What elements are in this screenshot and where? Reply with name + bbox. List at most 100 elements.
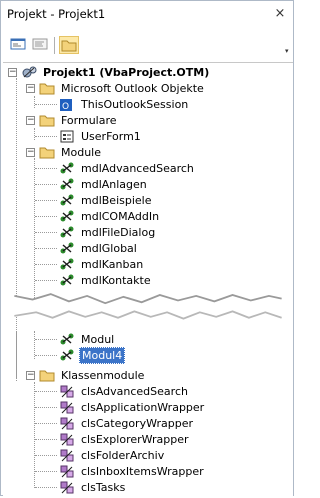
toolbar-overflow-icon[interactable]: ▾ bbox=[285, 47, 291, 55]
userform-icon bbox=[59, 129, 76, 144]
collapse-toggle[interactable]: − bbox=[26, 371, 35, 380]
tree-node-label: UserForm1 bbox=[81, 130, 141, 143]
tree-node-item[interactable]: mdlFileDialog bbox=[59, 224, 157, 241]
tree-node-item[interactable]: mdlAdvancedSearch bbox=[59, 160, 196, 177]
project-explorer-window: Projekt - Projekt1 × ▾ − Projekt1 (VbaPr… bbox=[0, 0, 294, 496]
tree-node-item[interactable]: clsTasks bbox=[59, 479, 127, 496]
tree-node-label: Module bbox=[61, 146, 101, 159]
view-code-button[interactable] bbox=[31, 36, 51, 54]
toggle-folders-button[interactable] bbox=[59, 36, 79, 54]
tree-node-label: ThisOutlookSession bbox=[81, 98, 189, 111]
title-bar[interactable]: Projekt - Projekt1 × bbox=[1, 1, 293, 26]
tree-node-label: clsAdvancedSearch bbox=[81, 385, 188, 398]
folder-open-icon bbox=[39, 145, 56, 160]
class-module-icon bbox=[59, 432, 76, 447]
tree-guide-line bbox=[35, 439, 57, 440]
tree-guide-line bbox=[35, 248, 57, 249]
module-icon bbox=[59, 225, 76, 240]
tree-node-item[interactable]: clsApplicationWrapper bbox=[59, 399, 206, 416]
tree-node-label: mdlKanban bbox=[81, 258, 144, 271]
tree-node-folder[interactable]: Module bbox=[39, 144, 103, 161]
tree-node-label: Formulare bbox=[61, 114, 117, 127]
tree-node-label: clsApplicationWrapper bbox=[81, 401, 205, 414]
tree-node-item[interactable]: UserForm1 bbox=[59, 128, 143, 145]
tree-node-label: Modul4 bbox=[79, 347, 126, 364]
window-title: Projekt - Projekt1 bbox=[7, 7, 106, 21]
tree-guide-line bbox=[35, 104, 57, 105]
class-module-icon bbox=[59, 384, 76, 399]
tree-guide-line bbox=[35, 407, 57, 408]
tree-node-item[interactable]: mdlAnlagen bbox=[59, 176, 149, 193]
folder-icon bbox=[61, 40, 77, 52]
tree-guide-line bbox=[35, 184, 57, 185]
tree-node-item[interactable]: Modul bbox=[59, 331, 116, 348]
class-module-icon bbox=[59, 448, 76, 463]
torn-edge bbox=[14, 293, 282, 320]
module-icon bbox=[59, 348, 76, 363]
tree-node-folder[interactable]: Microsoft Outlook Objekte bbox=[39, 80, 206, 97]
folder-open-icon bbox=[39, 81, 56, 96]
tree-node-item[interactable]: clsCategoryWrapper bbox=[59, 415, 195, 432]
tree-node-item[interactable]: clsInboxItemsWrapper bbox=[59, 463, 206, 480]
tree-node-item[interactable]: mdlCOMAddIn bbox=[59, 208, 161, 225]
tree-node-item[interactable]: O ThisOutlookSession bbox=[59, 96, 190, 113]
tree-node-label: clsFolderArchiv bbox=[81, 449, 165, 462]
vba-project-icon bbox=[21, 65, 38, 80]
tree-guide-line bbox=[34, 96, 35, 108]
tree-guide-line bbox=[35, 168, 57, 169]
tree-node-project[interactable]: Projekt1 (VbaProject.OTM) bbox=[21, 64, 211, 81]
tree-node-label: mdlBeispiele bbox=[81, 194, 152, 207]
collapse-toggle[interactable]: − bbox=[26, 148, 35, 157]
tree-guide-line bbox=[35, 423, 57, 424]
class-module-icon bbox=[59, 464, 76, 479]
module-icon bbox=[59, 273, 76, 288]
tree-node-item[interactable]: clsAdvancedSearch bbox=[59, 383, 190, 400]
tree-guide-line bbox=[16, 331, 17, 381]
tree-guide-line bbox=[35, 355, 57, 356]
tree-node-item[interactable]: mdlGlobal bbox=[59, 240, 139, 257]
module-icon bbox=[59, 193, 76, 208]
collapse-toggle[interactable]: − bbox=[26, 84, 35, 93]
tree-guide-line bbox=[35, 264, 57, 265]
tree-node-item[interactable]: clsFolderArchiv bbox=[59, 447, 166, 464]
tree-node-label: Klassenmodule bbox=[61, 369, 145, 382]
tree-guide-line bbox=[34, 128, 35, 140]
project-tree[interactable]: − Projekt1 (VbaProject.OTM) − Microsoft … bbox=[3, 62, 293, 496]
tree-guide-line bbox=[35, 200, 57, 201]
close-button[interactable]: × bbox=[272, 6, 288, 21]
toolbar: ▾ bbox=[1, 34, 293, 60]
tree-guide-line bbox=[35, 471, 57, 472]
tree-node-folder[interactable]: Formulare bbox=[39, 112, 119, 129]
collapse-toggle[interactable]: − bbox=[8, 68, 17, 77]
module-icon bbox=[59, 241, 76, 256]
tree-node-item[interactable]: Modul4 bbox=[59, 347, 126, 364]
collapse-toggle[interactable]: − bbox=[26, 116, 35, 125]
module-icon bbox=[59, 209, 76, 224]
view-code-icon bbox=[32, 38, 48, 50]
tree-guide-line bbox=[35, 339, 57, 340]
tree-node-item[interactable]: mdlBeispiele bbox=[59, 192, 154, 209]
tree-guide-line bbox=[35, 216, 57, 217]
tree-guide-line bbox=[35, 232, 57, 233]
tree-guide-line bbox=[34, 382, 35, 488]
outlook-session-icon: O bbox=[59, 97, 76, 112]
module-icon bbox=[59, 161, 76, 176]
tree-node-folder[interactable]: Klassenmodule bbox=[39, 367, 146, 384]
tree-node-item[interactable]: clsExplorerWrapper bbox=[59, 431, 191, 448]
tree-node-item[interactable]: mdlKontakte bbox=[59, 272, 153, 289]
tree-node-label: clsCategoryWrapper bbox=[81, 417, 193, 430]
tree-node-label: mdlCOMAddIn bbox=[81, 210, 160, 223]
class-module-icon bbox=[59, 400, 76, 415]
folder-open-icon bbox=[39, 113, 56, 128]
class-module-icon bbox=[59, 416, 76, 431]
tree-guide-line bbox=[35, 280, 57, 281]
tree-node-label: mdlFileDialog bbox=[81, 226, 156, 239]
tree-node-item[interactable]: mdlKanban bbox=[59, 256, 145, 273]
tree-node-label: clsTasks bbox=[81, 481, 126, 494]
tree-guide-line bbox=[35, 136, 57, 137]
tree-node-label: mdlGlobal bbox=[81, 242, 137, 255]
tree-node-label: clsExplorerWrapper bbox=[81, 433, 189, 446]
class-module-icon bbox=[59, 480, 76, 495]
view-object-button[interactable] bbox=[9, 36, 29, 54]
tree-node-label: Microsoft Outlook Objekte bbox=[61, 82, 204, 95]
